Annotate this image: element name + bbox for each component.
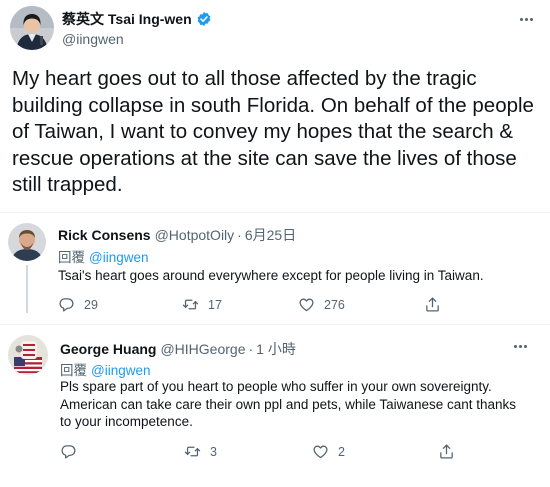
separator-dot: · xyxy=(237,227,242,243)
share-icon xyxy=(426,297,439,312)
replying-to-mention[interactable]: @iingwen xyxy=(89,250,148,265)
action-bar: 29 17 276 xyxy=(58,296,441,313)
avatar[interactable] xyxy=(10,6,54,50)
reply-header: Rick Consens @HotpotOily · 6月25日 xyxy=(58,225,296,245)
reply-tweet[interactable]: George Huang @HIHGeorge · 1 小時 回覆 @iingwe… xyxy=(0,325,550,475)
replying-to-label: 回覆 xyxy=(58,250,85,265)
action-bar: 3 2 xyxy=(60,443,455,460)
reply-timestamp[interactable]: 6月25日 xyxy=(245,225,296,245)
verified-badge-icon xyxy=(196,11,212,27)
like-count: 276 xyxy=(324,297,345,312)
more-options-icon[interactable] xyxy=(516,12,536,26)
heart-icon xyxy=(299,298,314,312)
tweet-text: My heart goes out to all those affected … xyxy=(12,67,534,196)
retweet-button[interactable]: 3 xyxy=(184,443,312,460)
avatar[interactable] xyxy=(8,335,48,375)
reply-icon xyxy=(61,445,76,459)
replying-to-mention[interactable]: @iingwen xyxy=(91,363,150,378)
replying-to-label: 回覆 xyxy=(60,363,87,378)
author-name-row[interactable]: 蔡英文 Tsai Ing-wen xyxy=(62,10,212,28)
replying-to: 回覆 @iingwen xyxy=(58,246,148,266)
reply-timestamp[interactable]: 1 小時 xyxy=(256,339,296,359)
more-options-icon[interactable] xyxy=(510,339,530,353)
reply-display-name[interactable]: George Huang xyxy=(60,341,156,357)
reply-button[interactable] xyxy=(60,443,184,460)
retweet-button[interactable]: 17 xyxy=(182,296,298,313)
retweet-count: 3 xyxy=(210,444,217,459)
retweet-icon xyxy=(184,446,201,457)
heart-icon xyxy=(313,445,328,459)
retweet-count: 17 xyxy=(208,297,222,312)
author-handle[interactable]: @iingwen xyxy=(62,31,124,47)
reply-button[interactable]: 29 xyxy=(58,296,182,313)
like-count: 2 xyxy=(338,444,345,459)
share-icon xyxy=(440,444,453,459)
reply-count: 29 xyxy=(84,297,98,312)
retweet-icon xyxy=(182,299,199,310)
reply-text: Tsai's heart goes around everywhere exce… xyxy=(58,268,484,283)
like-button[interactable]: 276 xyxy=(298,296,424,313)
reply-handle[interactable]: @HotpotOily xyxy=(155,227,235,243)
reply-tweet[interactable]: Rick Consens @HotpotOily · 6月25日 回覆 @iing… xyxy=(0,213,550,323)
reply-text: Pls spare part of you heart to people wh… xyxy=(60,379,517,429)
reply-header: George Huang @HIHGeorge · 1 小時 xyxy=(60,339,296,359)
thread-line xyxy=(26,265,28,313)
share-button[interactable] xyxy=(438,443,455,460)
share-button[interactable] xyxy=(424,296,441,313)
replying-to: 回覆 @iingwen xyxy=(60,359,150,379)
like-button[interactable]: 2 xyxy=(312,443,438,460)
reply-icon xyxy=(59,298,74,312)
separator-dot: · xyxy=(248,341,254,357)
author-display-name[interactable]: 蔡英文 Tsai Ing-wen xyxy=(62,9,192,29)
reply-handle[interactable]: @HIHGeorge xyxy=(160,341,245,357)
main-tweet: 蔡英文 Tsai Ing-wen @iingwen My heart goes … xyxy=(0,0,550,210)
reply-display-name[interactable]: Rick Consens xyxy=(58,227,151,243)
avatar[interactable] xyxy=(8,223,46,261)
